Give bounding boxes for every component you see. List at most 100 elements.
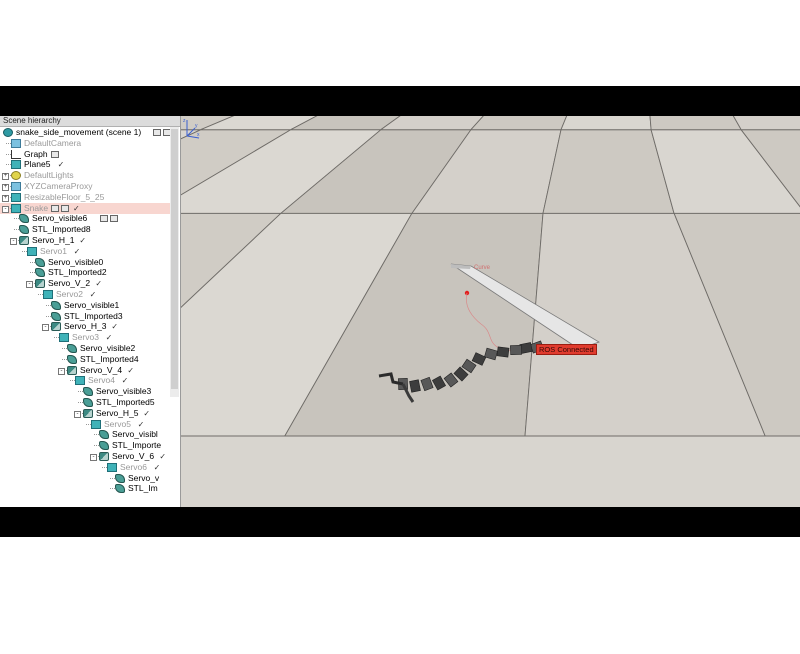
tree-item-label: Graph xyxy=(24,148,48,159)
servo-module[interactable] xyxy=(510,345,522,355)
visibility-check-icon[interactable]: ✓ xyxy=(143,408,150,419)
servo-module[interactable] xyxy=(496,346,510,358)
collapse-icon[interactable]: - xyxy=(2,205,9,213)
tree-item[interactable]: Servo_visible1 xyxy=(0,300,170,311)
tree-item[interactable]: - Servo_V_2 ✓ xyxy=(0,278,170,289)
visibility-check-icon[interactable]: ✓ xyxy=(95,278,102,289)
svg-text:z: z xyxy=(183,118,186,124)
script-icon[interactable] xyxy=(110,215,119,223)
tree-item[interactable]: Plane5 ✓ xyxy=(0,159,170,170)
tree-item[interactable]: snake_side_movement (scene 1) xyxy=(0,127,172,138)
script-icon[interactable] xyxy=(153,129,162,136)
tree-item[interactable]: STL_Imported4 xyxy=(0,354,170,365)
visibility-check-icon[interactable]: ✓ xyxy=(159,451,166,462)
floor-tile xyxy=(560,116,652,131)
tree-item-label: STL_Imported3 xyxy=(64,310,123,321)
tree-item[interactable]: Servo2 ✓ xyxy=(0,289,170,300)
script-icon[interactable] xyxy=(100,215,109,223)
tree-item[interactable]: DefaultCamera xyxy=(0,138,170,149)
tree-item[interactable]: Graph xyxy=(0,149,170,160)
tree-item[interactable]: Servo_visibl xyxy=(0,429,170,440)
collapse-icon[interactable]: - xyxy=(74,410,81,418)
collapse-icon[interactable]: - xyxy=(42,324,49,332)
visibility-check-icon[interactable]: ✓ xyxy=(122,375,129,386)
tree-item[interactable]: STL_Imported3 xyxy=(0,311,170,322)
tree-item[interactable]: Servo5 ✓ xyxy=(0,419,170,430)
scrollbar-thumb[interactable] xyxy=(171,129,178,389)
tree-item-label: STL_Imported5 xyxy=(96,397,155,407)
tree-item-label: DefaultCamera xyxy=(24,137,82,148)
shape-icon xyxy=(51,311,61,321)
tree-item[interactable]: - Servo_V_6 ✓ xyxy=(0,451,170,462)
tree-item[interactable]: STL_Imported5 xyxy=(0,397,170,408)
vertical-scrollbar[interactable] xyxy=(170,127,179,397)
tree-item[interactable]: Servo6 ✓ xyxy=(0,462,170,473)
shape-icon xyxy=(35,268,45,278)
cube-icon xyxy=(27,246,37,256)
tree-item-label: Servo2 xyxy=(56,289,83,299)
visibility-check-icon[interactable]: ✓ xyxy=(79,235,86,246)
graph-icon xyxy=(11,149,21,159)
tree-item[interactable]: STL_Imported8 xyxy=(0,224,170,235)
tree-item[interactable]: - Servo_V_4 ✓ xyxy=(0,365,170,376)
scene-render[interactable] xyxy=(181,116,800,507)
svg-text:y: y xyxy=(195,123,198,129)
tree-item-label: Servo_visible1 xyxy=(64,299,120,310)
script-icon[interactable] xyxy=(51,150,59,158)
letterbox-bottom xyxy=(0,507,800,537)
tree-item-label: Servo_visibl xyxy=(112,429,158,440)
tree-item[interactable]: Servo_visible6 xyxy=(0,213,170,224)
expand-icon[interactable]: + xyxy=(2,194,9,202)
tree-item[interactable]: Servo_visible0 xyxy=(0,257,170,268)
tree-item[interactable]: STL_Importe xyxy=(0,440,170,451)
script-icon[interactable] xyxy=(61,204,69,212)
visibility-check-icon[interactable]: ✓ xyxy=(90,289,97,300)
tree-item[interactable]: + DefaultLights xyxy=(0,170,170,181)
tree-item-label: Servo5 xyxy=(104,418,131,429)
visibility-check-icon[interactable]: ✓ xyxy=(106,332,113,343)
floor-tile xyxy=(649,116,742,131)
script-icon[interactable] xyxy=(51,204,59,212)
visibility-check-icon[interactable]: ✓ xyxy=(127,365,134,376)
tree-item[interactable]: - Servo_H_5 ✓ xyxy=(0,408,170,419)
visibility-check-icon[interactable]: ✓ xyxy=(58,159,65,170)
light-icon xyxy=(11,171,21,181)
tree-item[interactable]: Servo_v xyxy=(0,473,170,484)
collapse-icon[interactable]: - xyxy=(58,367,65,375)
tree-item[interactable]: Servo4 ✓ xyxy=(0,375,170,386)
tree-item-label: Servo_visible6 xyxy=(32,213,88,224)
collapse-icon[interactable]: - xyxy=(10,238,17,245)
visibility-check-icon[interactable]: ✓ xyxy=(111,321,118,332)
tree-item[interactable]: Servo_visible2 xyxy=(0,343,170,354)
tree-item[interactable]: - Servo_H_1 ✓ xyxy=(0,235,170,246)
tree-item[interactable]: Servo3 ✓ xyxy=(0,332,170,343)
tree-item[interactable]: - Snake ✓ xyxy=(0,202,170,214)
joint-icon xyxy=(19,236,29,245)
tree-item[interactable]: STL_Im xyxy=(0,483,170,494)
tree-item-label: Servo_H_3 xyxy=(64,321,107,332)
servo-module[interactable] xyxy=(409,379,421,393)
hierarchy-tree: snake_side_movement (scene 1) DefaultCame… xyxy=(0,127,180,507)
cube-icon xyxy=(75,376,85,386)
shape-icon xyxy=(99,430,109,440)
expand-icon[interactable]: + xyxy=(2,184,9,191)
tree-item[interactable]: Servo1 ✓ xyxy=(0,246,170,257)
visibility-check-icon[interactable]: ✓ xyxy=(73,203,80,214)
expand-icon[interactable]: + xyxy=(2,173,9,181)
collapse-icon[interactable]: - xyxy=(90,454,97,461)
visibility-check-icon[interactable]: ✓ xyxy=(138,419,145,430)
tree-item-label: Servo_H_5 xyxy=(96,407,139,418)
tree-item-label: Servo_visible2 xyxy=(80,343,136,353)
collapse-icon[interactable]: - xyxy=(26,281,33,289)
tree-item[interactable]: - Servo_H_3 ✓ xyxy=(0,321,170,332)
3d-viewport[interactable]: Curve ROS Connected z x y xyxy=(181,116,800,507)
visibility-check-icon[interactable]: ✓ xyxy=(154,462,161,473)
visibility-check-icon[interactable]: ✓ xyxy=(74,246,81,257)
joint-icon xyxy=(51,322,61,332)
joint-icon xyxy=(67,365,77,375)
tree-item[interactable]: + ResizableFloor_5_25 xyxy=(0,192,170,203)
tree-item[interactable]: Servo_visible3 xyxy=(0,386,170,397)
tree-item-label: XYZCameraProxy xyxy=(24,181,93,191)
tree-item[interactable]: + XYZCameraProxy xyxy=(0,181,170,192)
tree-item[interactable]: STL_Imported2 xyxy=(0,267,170,278)
